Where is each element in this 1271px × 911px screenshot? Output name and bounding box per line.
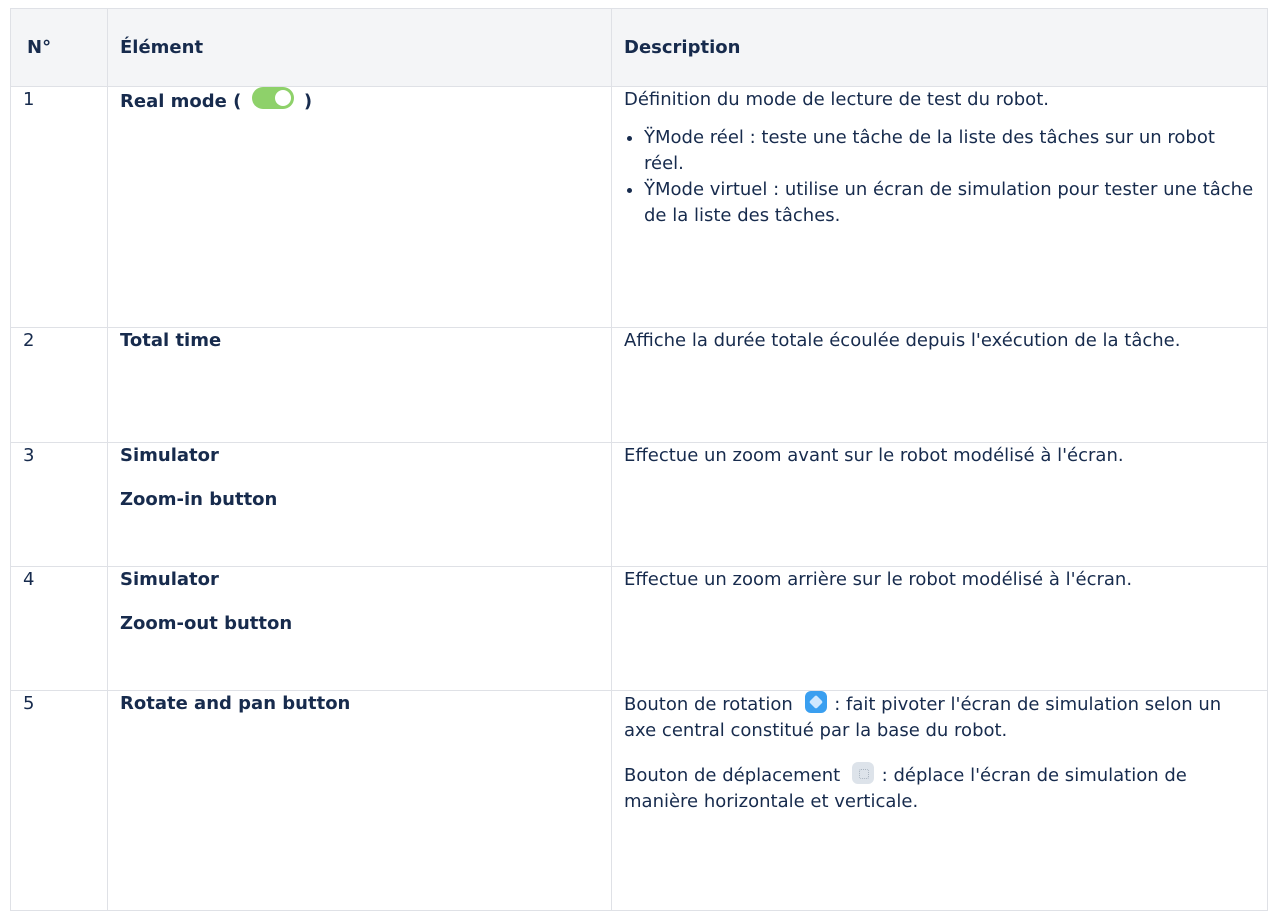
description-table: N° Élément Description 1 Real mode ( ) D…: [10, 8, 1268, 911]
element-label: Simulator: [120, 445, 219, 466]
row-number: 5: [10, 690, 108, 911]
description-text: Effectue un zoom arrière sur le robot mo…: [624, 569, 1133, 590]
table-row: 4 Simulator Zoom-out button Effectue un …: [10, 566, 1268, 691]
pan-label: Bouton de déplacement: [624, 765, 841, 786]
row-number: 4: [10, 566, 108, 691]
element-label: Real mode (: [120, 91, 242, 112]
description-cell: Effectue un zoom avant sur le robot modé…: [611, 442, 1268, 567]
header-num: N°: [10, 8, 108, 87]
element-label: Total time: [120, 330, 222, 351]
rotate-icon: [804, 691, 827, 713]
rotate-description: Bouton de rotation : fait pivoter l'écra…: [624, 691, 1255, 744]
description-text: Affiche la durée totale écoulée depuis l…: [624, 330, 1181, 351]
element-cell: Total time: [107, 327, 612, 443]
list-item: ŸMode réel : teste une tâche de la liste…: [644, 125, 1255, 177]
row-number: 2: [10, 327, 108, 443]
table-header-row: N° Élément Description: [10, 8, 1268, 87]
table-row: 3 Simulator Zoom-in button Effectue un z…: [10, 442, 1268, 567]
pan-icon: [851, 762, 874, 784]
element-label: Rotate and pan button: [120, 693, 351, 714]
element-label: Zoom-out button: [120, 613, 293, 634]
element-label: Simulator: [120, 569, 219, 590]
table-row: 1 Real mode ( ) Définition du mode de le…: [10, 86, 1268, 328]
header-element: Élément: [107, 8, 612, 87]
pan-description: Bouton de déplacement : déplace l'écran …: [624, 762, 1255, 815]
rotate-label: Bouton de rotation: [624, 694, 793, 715]
element-cell: Real mode ( ): [107, 86, 612, 328]
description-cell: Bouton de rotation : fait pivoter l'écra…: [611, 690, 1268, 911]
description-cell: Affiche la durée totale écoulée depuis l…: [611, 327, 1268, 443]
header-description: Description: [611, 8, 1268, 87]
description-cell: Effectue un zoom arrière sur le robot mo…: [611, 566, 1268, 691]
row-number: 3: [10, 442, 108, 567]
toggle-on-icon: [251, 87, 294, 109]
description-text: Définition du mode de lecture de test du…: [624, 89, 1049, 110]
table-row: 2 Total time Affiche la durée totale éco…: [10, 327, 1268, 443]
table-row: 5 Rotate and pan button Bouton de rotati…: [10, 690, 1268, 911]
element-label: Zoom-in button: [120, 489, 278, 510]
row-number: 1: [10, 86, 108, 328]
description-cell: Définition du mode de lecture de test du…: [611, 86, 1268, 328]
list-item: ŸMode virtuel : utilise un écran de simu…: [644, 177, 1255, 229]
bullet-list: ŸMode réel : teste une tâche de la liste…: [624, 125, 1255, 229]
element-label-suffix: ): [303, 91, 313, 112]
element-cell: Simulator Zoom-out button: [107, 566, 612, 691]
element-cell: Simulator Zoom-in button: [107, 442, 612, 567]
element-cell: Rotate and pan button: [107, 690, 612, 911]
description-text: Effectue un zoom avant sur le robot modé…: [624, 445, 1124, 466]
